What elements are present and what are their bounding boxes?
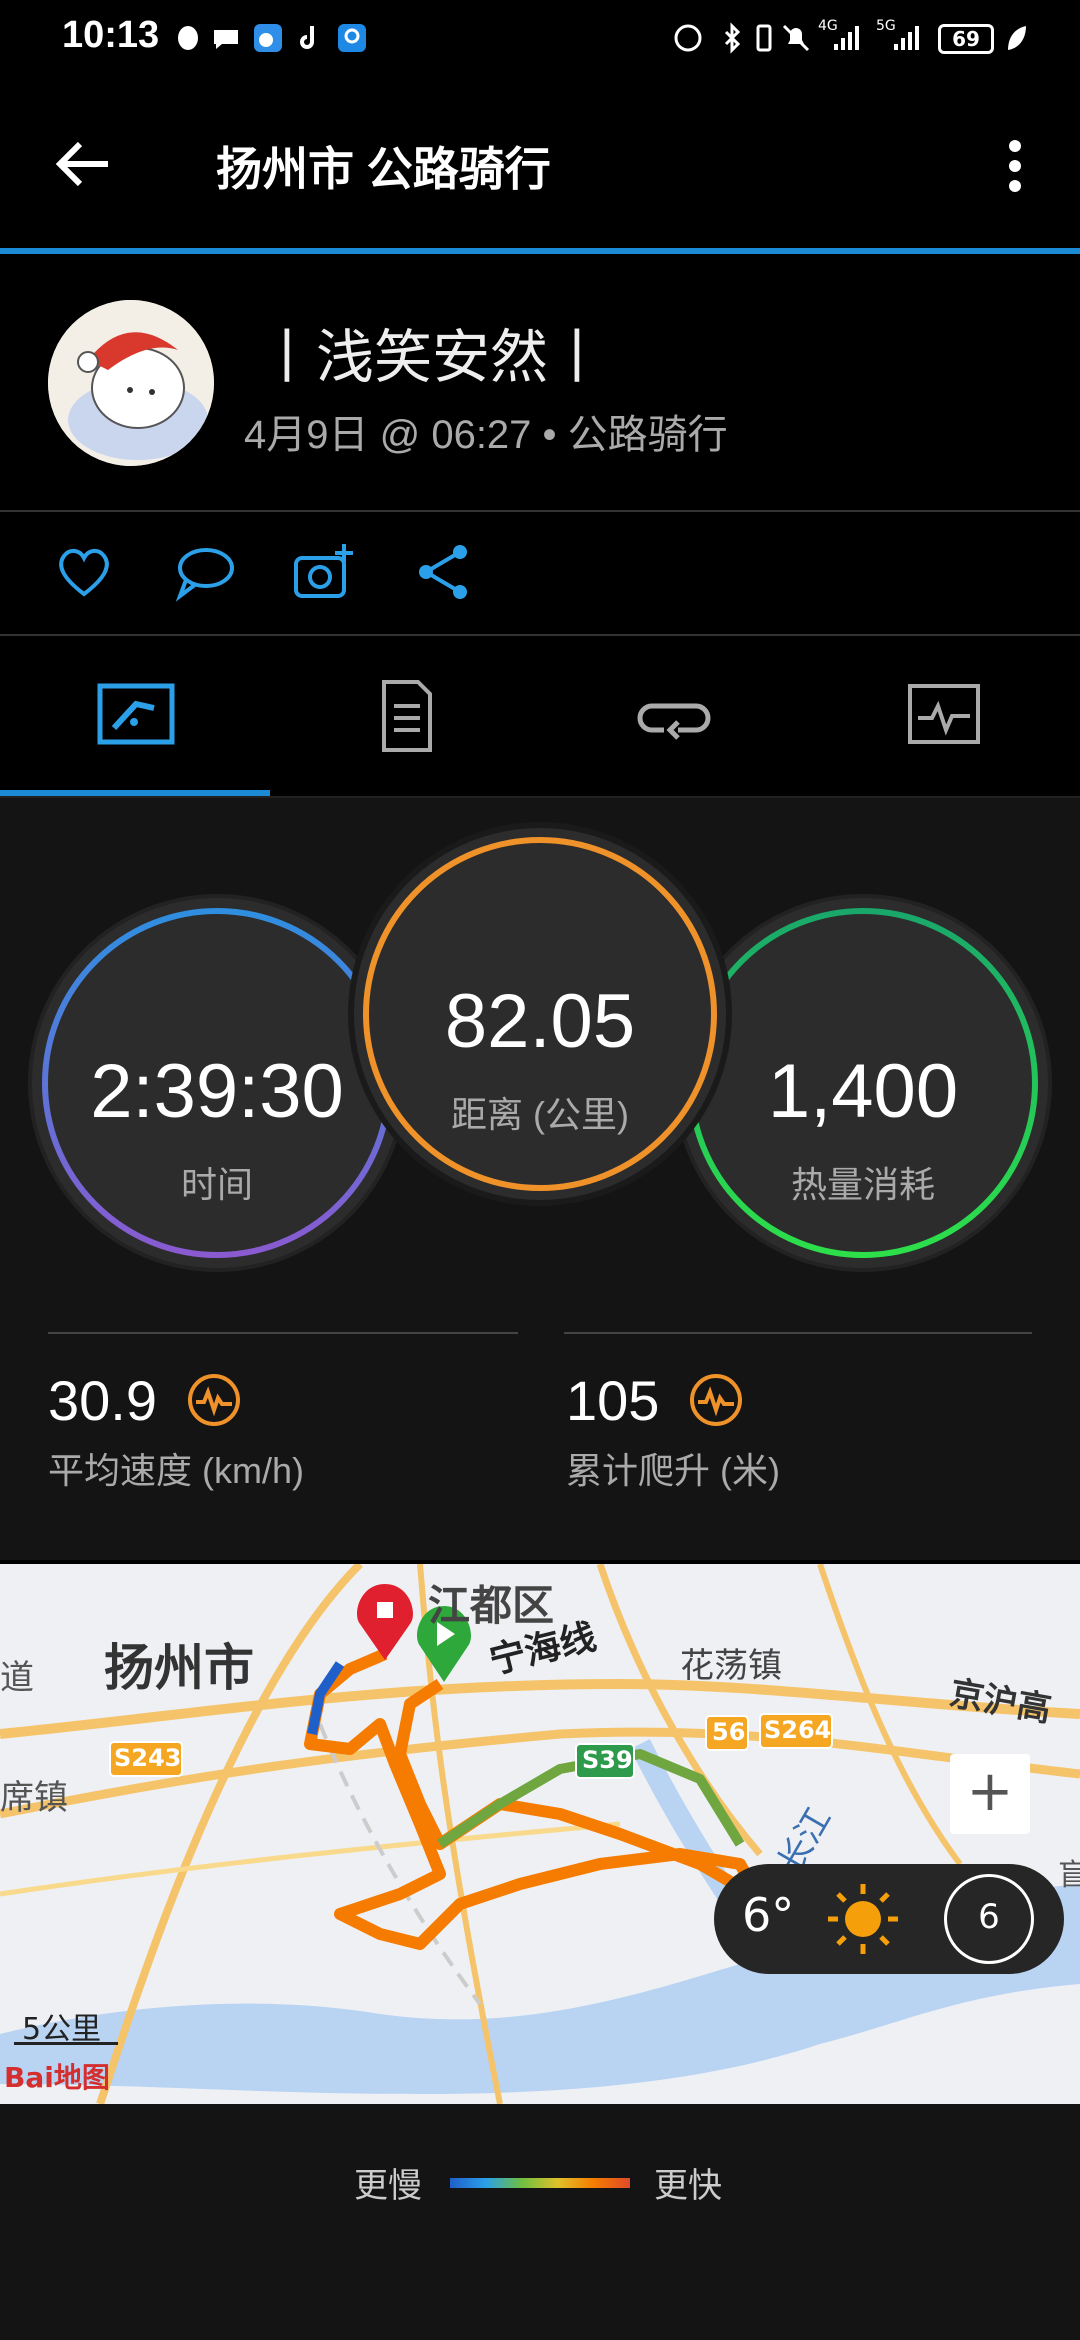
heart-icon[interactable] <box>52 540 116 604</box>
calories-stat: 1,400 热量消耗 <box>678 898 1048 1268</box>
overview-icon[interactable] <box>96 678 176 754</box>
time-stat: 2:39:30 时间 <box>32 898 402 1268</box>
map-label-right-yan: 盲 <box>1058 1858 1080 1893</box>
zoom-in-button[interactable]: + <box>950 1754 1030 1834</box>
speed-legend: 更慢 更快 <box>0 2104 1080 2340</box>
distance-value: 82.05 <box>444 979 636 1064</box>
divider <box>0 634 1080 636</box>
pulse-icon[interactable] <box>186 1372 242 1428</box>
sun-icon <box>828 1884 898 1954</box>
comment-icon[interactable] <box>172 540 236 604</box>
legend-fast: 更快 <box>654 2166 722 2206</box>
laps-icon[interactable] <box>634 678 714 754</box>
qq-icon <box>178 26 198 50</box>
time-label: 时间 <box>180 1164 253 1205</box>
avg-speed-label: 平均速度 (km/h) <box>48 1450 304 1491</box>
road-label-s264: S264 <box>764 1716 832 1744</box>
wind-speed: 6 <box>978 1897 1000 1937</box>
bulb-app-icon <box>338 24 366 52</box>
road-label-s243: S243 <box>114 1744 182 1772</box>
distance-stat: 82.05 距离 (公里) <box>354 828 726 1200</box>
climb-value: 105 <box>566 1369 660 1432</box>
status-time: 10:13 <box>62 14 160 56</box>
divider <box>564 1332 1032 1334</box>
distance-label: 距离 (公里) <box>451 1094 629 1135</box>
chat-bubble-icon <box>214 30 238 49</box>
avg-speed-value: 30.9 <box>48 1369 157 1432</box>
arrow-left-icon[interactable] <box>52 136 116 192</box>
wind-dial-icon: 6 <box>944 1874 1034 1964</box>
appbar-divider <box>0 248 1080 254</box>
map-label-left-zhen: 席镇 <box>0 1778 68 1818</box>
leaf-icon <box>1008 26 1026 50</box>
calories-value: 1,400 <box>767 1049 959 1134</box>
weather-pill[interactable]: 6° 6 <box>714 1864 1064 1974</box>
more-vert-icon[interactable] <box>1000 136 1030 196</box>
baidu-logo: Bai地图 <box>4 2061 110 2094</box>
charts-icon[interactable] <box>904 678 984 754</box>
weather-temp: 6° <box>742 1888 795 1942</box>
vibrate-icon <box>756 24 772 52</box>
signal-2-icon <box>894 26 919 50</box>
map-scale-bar <box>14 2042 118 2045</box>
legend-slow: 更慢 <box>354 2166 422 2206</box>
map-label-huadang: 花荡镇 <box>680 1646 782 1686</box>
divider <box>0 510 1080 512</box>
pulse-icon[interactable] <box>688 1372 744 1428</box>
add-photo-icon[interactable] <box>292 540 356 604</box>
bluetooth-icon <box>724 22 741 54</box>
signal-1-icon <box>834 26 859 50</box>
climb-label: 累计爬升 (米) <box>566 1450 780 1491</box>
road-label-s39: S39 <box>582 1746 633 1774</box>
battery-icon: 69 <box>938 24 994 54</box>
map-label-left-dao: 道 <box>0 1658 34 1698</box>
username[interactable]: 丨浅笑安然丨 <box>258 310 606 394</box>
route-map[interactable]: 江都区 扬州市 宁海线 花荡镇 京沪高 道 席镇 盲 S243 S264 56 … <box>0 1564 1080 2104</box>
map-label-yangzhou: 扬州市 <box>104 1639 254 1697</box>
legend-gradient-bar <box>450 2178 630 2188</box>
share-icon[interactable] <box>412 540 476 604</box>
tiktok-icon <box>300 26 314 49</box>
tab-indicator <box>0 790 270 796</box>
avatar[interactable] <box>48 300 214 466</box>
status-bar: 10:13 4G 5G 69 <box>0 0 1080 80</box>
activity-subline: 4月9日 @ 06:27 • 公路骑行 <box>244 413 728 457</box>
divider <box>48 1332 518 1334</box>
road-label-s56: 56 <box>712 1718 746 1746</box>
calories-label: 热量消耗 <box>790 1164 935 1205</box>
weather-app-icon <box>254 24 282 52</box>
bell-off-icon <box>782 24 810 52</box>
details-icon[interactable] <box>364 678 444 754</box>
page-title: 扬州市 公路骑行 <box>216 143 551 195</box>
nfc-icon <box>674 24 702 52</box>
battery-level: 69 <box>952 27 980 51</box>
time-value: 2:39:30 <box>90 1049 344 1134</box>
